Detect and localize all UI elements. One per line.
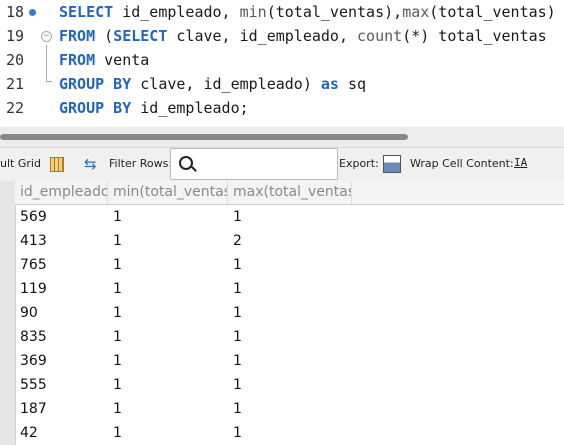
wrap-cell-icon[interactable]: IA	[514, 156, 527, 169]
code-text[interactable]: FROM (SELECT clave, id_empleado, count(*…	[59, 27, 547, 45]
sql-text: sq	[338, 75, 367, 93]
code-text[interactable]: GROUP BY id_empleado;	[59, 99, 249, 117]
sql-editor[interactable]: 18 SELECT id_empleado, min(total_ventas)…	[0, 0, 564, 127]
code-line[interactable]: 22 GROUP BY id_empleado;	[0, 98, 564, 122]
sql-function: count	[357, 27, 403, 45]
export-label: Export:	[339, 157, 379, 170]
code-line[interactable]: 20 FROM venta	[0, 50, 564, 74]
table-cell[interactable]: 1	[108, 277, 122, 301]
result-grid-tab[interactable]: ult Grid	[0, 157, 41, 170]
search-icon	[179, 156, 193, 170]
code-text[interactable]: FROM venta	[59, 51, 149, 69]
sql-text: id_empleado;	[131, 99, 249, 117]
table-cell[interactable]: 1	[108, 301, 122, 325]
sql-keyword: GROUP BY	[59, 99, 132, 117]
sql-text: (total_ventas)	[429, 3, 556, 21]
table-cell[interactable]: 90	[15, 301, 38, 325]
table-cell[interactable]: 1	[108, 253, 122, 277]
sql-keyword: as	[320, 75, 339, 93]
fold-guide-end	[46, 81, 52, 82]
refresh-icon[interactable]: ⇆	[84, 155, 97, 173]
table-cell[interactable]: 413	[15, 229, 47, 253]
code-line[interactable]: 18 SELECT id_empleado, min(total_ventas)…	[0, 2, 564, 26]
sql-keyword: GROUP BY	[59, 75, 132, 93]
sql-keyword: SELECT	[59, 3, 114, 21]
scrollbar-thumb[interactable]	[0, 134, 408, 140]
table-row[interactable]: 413 1 2	[15, 229, 564, 253]
table-cell[interactable]: 1	[228, 397, 242, 421]
table-cell[interactable]: 1	[228, 421, 242, 445]
sql-keyword: SELECT	[113, 27, 168, 45]
sql-text: (total_ventas),	[266, 3, 403, 21]
table-row[interactable]: 42 1 1	[15, 421, 564, 445]
table-row[interactable]: 90 1 1	[15, 301, 564, 325]
table-row[interactable]: 835 1 1	[15, 325, 564, 349]
fold-guide-line	[46, 45, 47, 81]
line-number: 18	[5, 3, 24, 21]
table-cell[interactable]: 1	[108, 373, 122, 397]
table-cell[interactable]: 187	[15, 397, 47, 421]
export-icon[interactable]	[383, 155, 401, 173]
table-cell[interactable]: 1	[228, 349, 242, 373]
table-row[interactable]: 119 1 1	[15, 277, 564, 301]
table-row[interactable]: 765 1 1	[15, 253, 564, 277]
table-row[interactable]: 555 1 1	[15, 373, 564, 397]
code-line[interactable]: 19 − FROM (SELECT clave, id_empleado, co…	[0, 26, 564, 50]
filter-rows-label: Filter Rows:	[109, 157, 173, 170]
code-line[interactable]: 21 GROUP BY clave, id_empleado) as sq	[0, 74, 564, 98]
table-cell[interactable]: 765	[15, 253, 47, 277]
table-cell[interactable]: 119	[15, 277, 47, 301]
table-cell[interactable]: 835	[15, 325, 47, 349]
sql-text: id_empleado,	[113, 3, 240, 21]
line-number: 21	[5, 75, 24, 93]
code-text[interactable]: SELECT id_empleado, min(total_ventas),ma…	[59, 3, 556, 21]
table-cell[interactable]: 1	[228, 205, 242, 229]
table-row[interactable]: 369 1 1	[15, 349, 564, 373]
table-cell[interactable]: 1	[108, 349, 122, 373]
code-text[interactable]: GROUP BY clave, id_empleado) as sq	[59, 75, 366, 93]
table-row[interactable]: 187 1 1	[15, 397, 564, 421]
table-cell[interactable]: 42	[15, 421, 38, 445]
current-statement-marker-icon	[29, 9, 36, 16]
sql-text: (*) total_ventas	[402, 27, 547, 45]
table-cell[interactable]: 369	[15, 349, 47, 373]
column-header-min-total-ventas[interactable]: min(total_ventas)	[108, 181, 228, 204]
sql-text: clave, id_empleado)	[131, 75, 321, 93]
line-number: 20	[5, 51, 24, 69]
table-cell[interactable]: 1	[108, 229, 122, 253]
table-cell[interactable]: 1	[108, 397, 122, 421]
table-row[interactable]: 569 1 1	[15, 205, 564, 229]
line-number: 22	[5, 99, 24, 117]
filter-rows-input[interactable]	[170, 148, 338, 180]
column-header-id-empleado[interactable]: id_empleado	[15, 181, 108, 204]
sql-text: clave, id_empleado,	[167, 27, 358, 45]
table-cell[interactable]: 1	[108, 325, 122, 349]
sql-keyword: FROM	[59, 51, 96, 69]
table-cell[interactable]: 1	[108, 421, 122, 445]
sql-text: (	[95, 27, 114, 45]
wrap-cell-label: Wrap Cell Content:	[410, 157, 514, 170]
table-cell[interactable]: 569	[15, 205, 47, 229]
fold-toggle-icon[interactable]: −	[41, 31, 52, 42]
grid-view-icon[interactable]	[50, 157, 64, 172]
table-cell[interactable]: 1	[228, 373, 242, 397]
editor-horizontal-scrollbar[interactable]	[0, 127, 564, 147]
result-grid[interactable]: id_empleado min(total_ventas) max(total_…	[0, 181, 564, 445]
table-cell[interactable]: 1	[108, 205, 122, 229]
table-cell[interactable]: 1	[228, 253, 242, 277]
line-number: 19	[5, 27, 24, 45]
result-toolbar: ult Grid ⇆ Filter Rows: Export: Wrap Cel…	[0, 147, 564, 182]
table-cell[interactable]: 1	[228, 325, 242, 349]
column-header-max-total-ventas[interactable]: max(total_ventas)	[228, 181, 352, 204]
row-header-strip[interactable]	[0, 181, 16, 445]
sql-function: min	[239, 3, 267, 21]
grid-header: id_empleado min(total_ventas) max(total_…	[15, 181, 564, 205]
sql-keyword: FROM	[59, 27, 96, 45]
table-cell[interactable]: 555	[15, 373, 47, 397]
table-cell[interactable]: 2	[228, 229, 242, 253]
table-cell[interactable]: 1	[228, 301, 242, 325]
sql-function: max	[402, 3, 430, 21]
table-cell[interactable]: 1	[228, 277, 242, 301]
sql-text: venta	[95, 51, 150, 69]
